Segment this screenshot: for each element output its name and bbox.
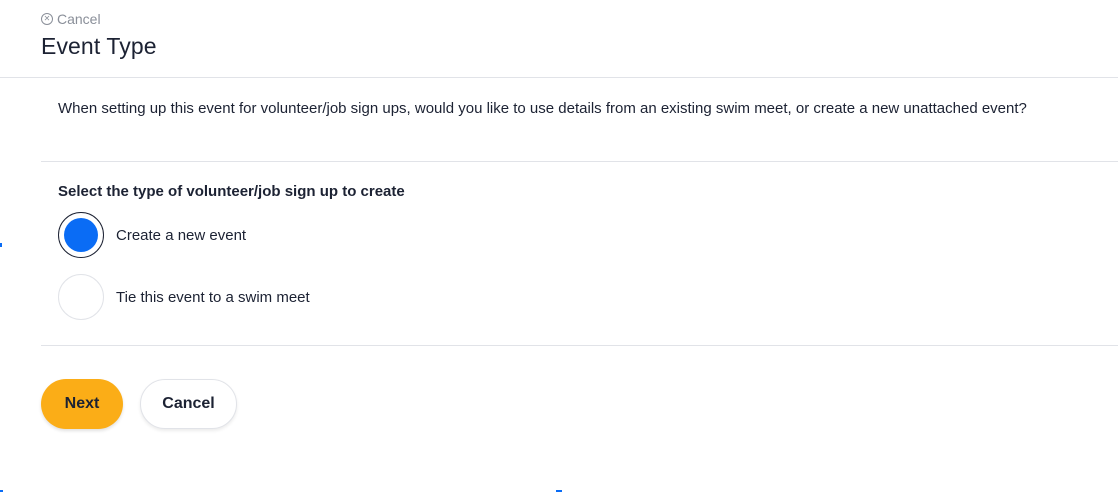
radio-label: Create a new event: [116, 226, 247, 244]
section-divider-bottom: [41, 345, 1118, 346]
section-divider-top: [41, 161, 1118, 162]
top-cancel-label: Cancel: [57, 11, 101, 27]
radio-option-create-new-event[interactable]: Create a new event: [58, 212, 246, 258]
radio-button[interactable]: [58, 274, 104, 320]
section-label: Select the type of volunteer/job sign up…: [58, 183, 405, 200]
radio-label: Tie this event to a swim meet: [116, 288, 310, 306]
intro-text: When setting up this event for volunteer…: [58, 100, 1027, 117]
focus-edge-mark: [0, 243, 2, 247]
focus-edge-mark: [556, 490, 562, 492]
next-button[interactable]: Next: [41, 379, 123, 429]
radio-button-selected[interactable]: [58, 212, 104, 258]
header-divider: [0, 77, 1118, 78]
focus-edge-mark: [0, 490, 3, 492]
cancel-button[interactable]: Cancel: [140, 379, 237, 429]
radio-option-tie-to-swim-meet[interactable]: Tie this event to a swim meet: [58, 274, 310, 320]
top-cancel-link[interactable]: ✕ Cancel: [41, 11, 101, 27]
radio-dot: [64, 218, 98, 252]
page-title: Event Type: [41, 33, 157, 59]
close-circle-icon: ✕: [41, 13, 53, 25]
